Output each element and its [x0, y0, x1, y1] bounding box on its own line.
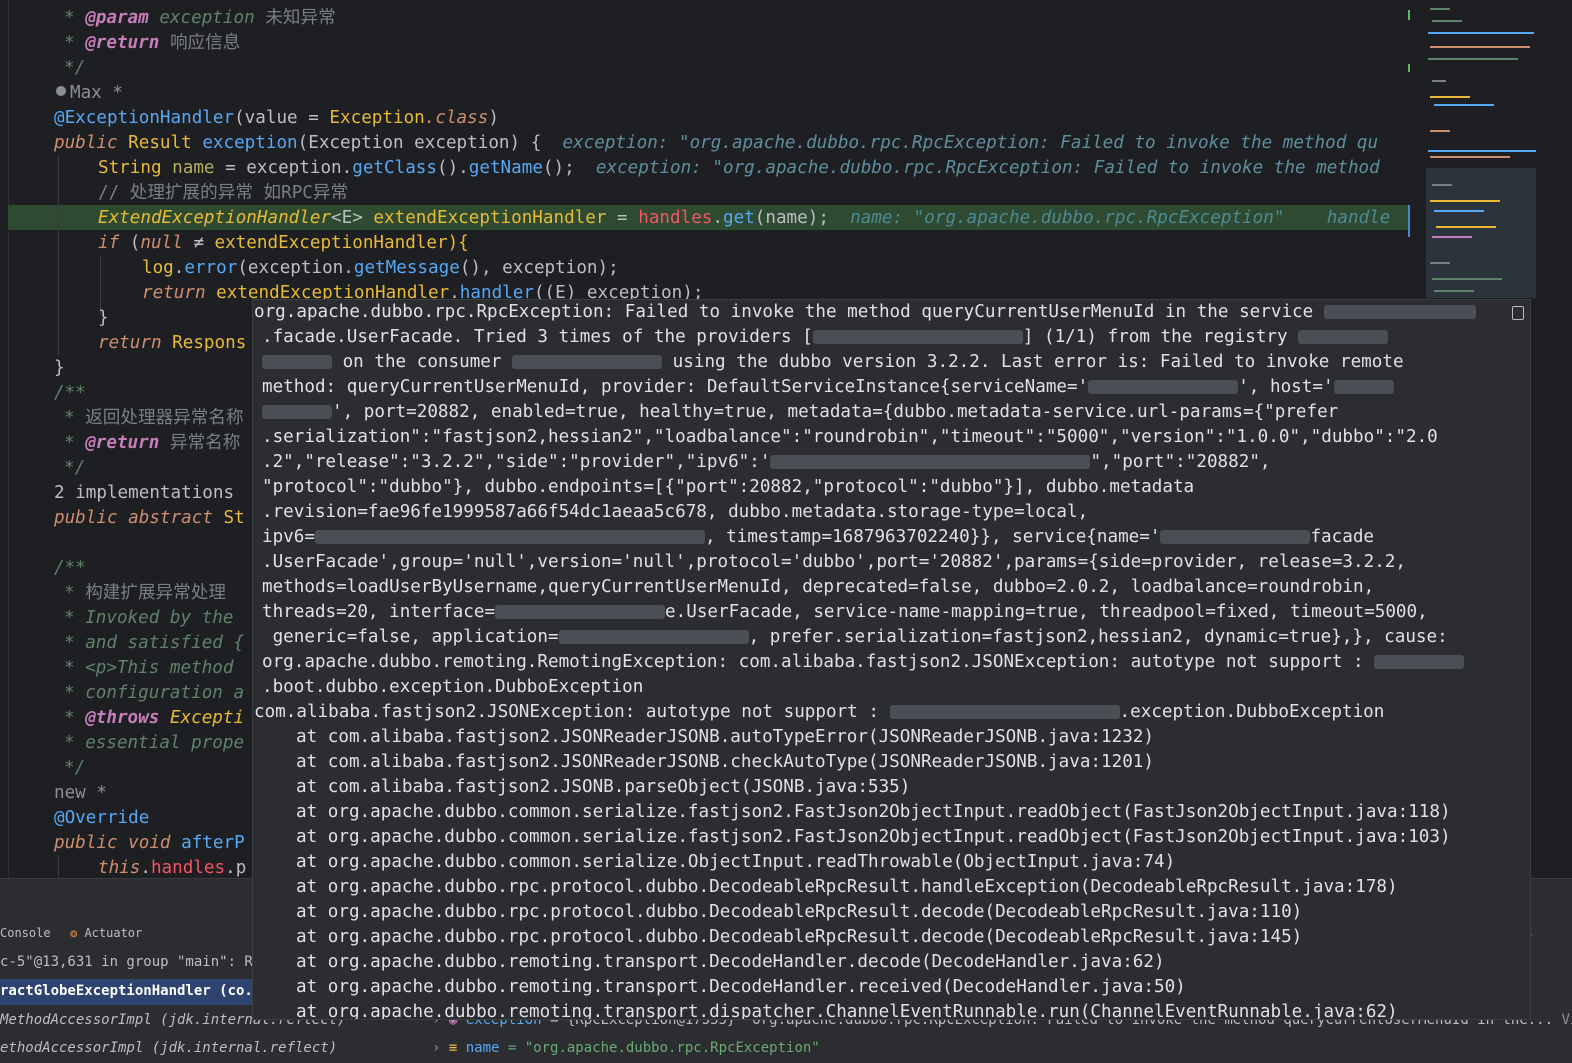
popup-line: .serialization":"fastjson2,hessian2","lo…	[262, 427, 1438, 447]
popup-line: .facade.UserFacade. Tried 3 times of the…	[262, 325, 1389, 350]
popup-line: generic=false, application=, prefer.seri…	[262, 627, 1448, 647]
vcs-change-marker[interactable]	[1408, 64, 1410, 72]
brace-line: }	[54, 358, 65, 378]
frame-item[interactable]: ractGlobeExceptionHandler (co.pa	[0, 983, 270, 999]
breakpoint-line: ExtendExceptionHandler<E> extendExceptio…	[98, 208, 1391, 228]
doc-end-line: */	[64, 458, 86, 478]
exception-value-popup[interactable]: org.apache.dubbo.rpc.RpcException: Faile…	[252, 299, 1531, 1020]
view-link[interactable]: View	[1561, 1012, 1572, 1028]
doc-end-line: */	[64, 58, 86, 78]
author-hint[interactable]: new *	[54, 781, 107, 806]
indent-guide	[58, 155, 59, 355]
doc-line: * <p>This method	[64, 658, 234, 678]
doc-throws-line: * @throws Excepti	[64, 708, 245, 728]
popup-line: method: queryCurrentUserMenuId, provider…	[262, 375, 1394, 400]
get-name-line: String name = exception.getClass().getNa…	[98, 158, 1380, 178]
thread-selector[interactable]: c-5"@13,631 in group "main": RUN	[0, 954, 270, 970]
stack-frame[interactable]: at org.apache.dubbo.common.serialize.fas…	[296, 825, 1451, 850]
pin-icon[interactable]	[1512, 306, 1524, 320]
annotation-line: @ExceptionHandler(value = Exception.clas…	[54, 108, 499, 128]
stack-frame[interactable]: at org.apache.dubbo.remoting.transport.d…	[296, 1000, 1398, 1019]
doc-line: * configuration a	[64, 683, 245, 703]
implementations-hint[interactable]: 2 implementations n	[54, 481, 266, 506]
doc-start-line: /**	[54, 558, 86, 578]
doc-desc-line: * 返回处理器异常名称	[64, 408, 244, 428]
popup-line: "protocol":"dubbo"}, dubbo.endpoints=[{"…	[262, 477, 1195, 497]
stack-frame[interactable]: at org.apache.dubbo.rpc.protocol.dubbo.D…	[296, 900, 1302, 925]
method-signature-line: public Result exception(Exception except…	[54, 133, 1379, 153]
popup-line: .boot.dubbo.exception.DubboException	[262, 677, 644, 697]
popup-line: .2","release":"3.2.2","side":"provider",…	[262, 452, 1271, 472]
doc-line: * essential prope	[64, 733, 245, 753]
stack-frame[interactable]: at com.alibaba.fastjson2.JSONReaderJSONB…	[296, 725, 1154, 750]
variable-name[interactable]: › ≡ name = "org.apache.dubbo.rpc.RpcExce…	[432, 1040, 820, 1056]
user-icon	[56, 86, 66, 96]
stack-frame[interactable]: at org.apache.dubbo.common.serialize.fas…	[296, 800, 1451, 825]
popup-line: .UserFacade',group='null',version='null'…	[262, 552, 1406, 572]
stack-frame[interactable]: at org.apache.dubbo.rpc.protocol.dubbo.D…	[296, 875, 1398, 900]
popup-line: on the consumer using the dubbo version …	[262, 350, 1404, 375]
brace-line: }	[98, 308, 109, 328]
stack-frame[interactable]: at org.apache.dubbo.common.serialize.Obj…	[296, 850, 1175, 875]
indent-guide	[58, 855, 59, 878]
override-annotation: @Override	[54, 808, 150, 828]
this-handles-line: this.handles.p	[98, 858, 247, 878]
popup-line: methods=loadUserByUsername,queryCurrentU…	[262, 577, 1375, 597]
inline-value-hint: name: "org.apache.dubbo.rpc.RpcException…	[850, 208, 1285, 228]
tab-console[interactable]: Console	[0, 926, 51, 940]
stack-frame[interactable]: at org.apache.dubbo.rpc.protocol.dubbo.D…	[296, 925, 1302, 950]
inline-value-hint: exception: "org.apache.dubbo.rpc.RpcExce…	[562, 133, 1379, 153]
vcs-change-marker[interactable]	[1408, 205, 1410, 237]
popup-line: ipv6=, timestamp=1687963702240}}, servic…	[262, 527, 1375, 547]
frame-item[interactable]: ethodAccessorImpl (jdk.internal.reflect)	[0, 1040, 337, 1056]
popup-line: threads=20, interface= e.UserFacade, serv…	[262, 602, 1428, 622]
abstract-method-line: public abstract St	[54, 508, 245, 528]
doc-end-line: */	[64, 758, 86, 778]
doc-line: * and satisfied {	[64, 633, 245, 653]
if-line: if (null ≠ extendExceptionHandler){	[98, 233, 469, 253]
stack-frame[interactable]: at org.apache.dubbo.remoting.transport.D…	[296, 975, 1186, 1000]
tab-actuator[interactable]: ❂ Actuator	[70, 926, 142, 940]
inline-value-hint: exception: "org.apache.dubbo.rpc.RpcExce…	[595, 158, 1380, 178]
popup-line: org.apache.dubbo.remoting.RemotingExcept…	[262, 650, 1465, 675]
stack-frame[interactable]: at com.alibaba.fastjson2.JSONReaderJSONB…	[296, 750, 1154, 775]
gutter-divider	[8, 0, 9, 878]
doc-desc-line: * 构建扩展异常处理	[64, 583, 226, 603]
vcs-change-marker[interactable]	[1408, 10, 1410, 20]
popup-line: ', port=20882, enabled=true, healthy=tru…	[262, 400, 1338, 425]
doc-line: * Invoked by the	[64, 608, 234, 628]
after-properties-line: public void afterP	[54, 833, 245, 853]
doc-param-line: * @param exception 未知异常	[64, 8, 336, 28]
doc-return-line: * @return 响应信息	[64, 33, 241, 53]
code-minimap[interactable]	[1426, 0, 1536, 300]
doc-start-line: /**	[54, 383, 86, 403]
field-icon: ≡	[448, 1040, 466, 1056]
popup-line: .revision=fae96fe1999587a66f54dc1aeaa5c6…	[262, 502, 1089, 522]
comment-line: // 处理扩展的异常 如RPC异常	[98, 183, 349, 203]
popup-line: com.alibaba.fastjson2.JSONException: aut…	[254, 702, 1385, 722]
actuator-icon: ❂	[70, 926, 85, 940]
log-line: log.error(exception.getMessage(), except…	[142, 258, 619, 278]
author-hint[interactable]: Max *	[56, 81, 123, 106]
return-response-line: return Respons	[98, 333, 247, 353]
doc-return-line: * @return 异常名称	[64, 433, 241, 453]
stack-frame[interactable]: at org.apache.dubbo.remoting.transport.D…	[296, 950, 1165, 975]
popup-line: org.apache.dubbo.rpc.RpcException: Faile…	[254, 300, 1476, 325]
stack-frame[interactable]: at com.alibaba.fastjson2.JSONB.parseObje…	[296, 775, 910, 800]
